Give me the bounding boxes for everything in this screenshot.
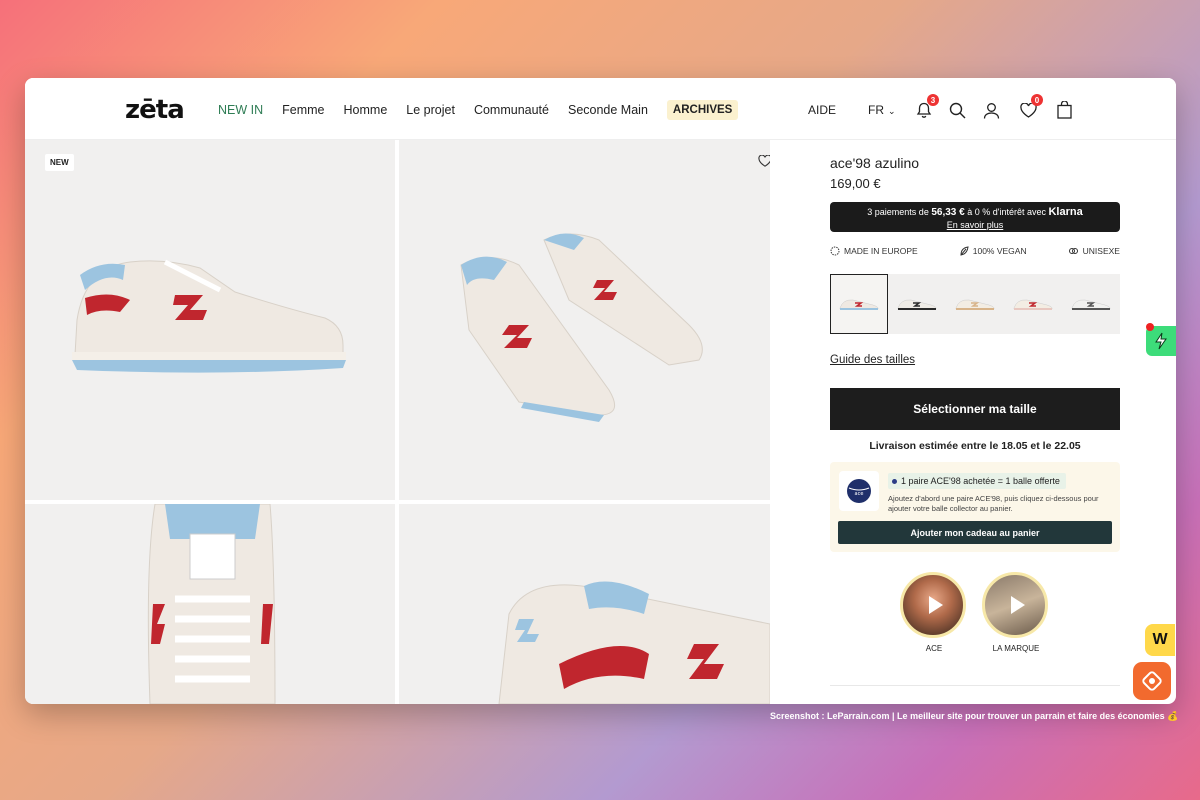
notification-dot (1146, 323, 1154, 331)
color-swatch-azulino[interactable] (830, 274, 888, 334)
language-label: FR (868, 103, 884, 117)
gift-description: Ajoutez d'abord une paire ACE'98, puis c… (888, 494, 1099, 513)
help-link[interactable]: AIDE (808, 103, 836, 117)
user-icon[interactable] (981, 100, 1001, 120)
chevron-down-icon: ⌄ (888, 106, 896, 116)
play-icon (1011, 596, 1025, 614)
product-price: 169,00 € (830, 176, 881, 191)
nav-le-projet[interactable]: Le projet (406, 103, 455, 117)
svg-text:ace: ace (855, 491, 864, 497)
bullet-icon (892, 478, 897, 484)
nav-archives[interactable]: ARCHIVES (666, 100, 739, 120)
wishlist-badge: 0 (1031, 94, 1043, 106)
video-story-ace[interactable]: ACE (900, 572, 968, 653)
video-caption: LA MARQUE (992, 644, 1040, 653)
color-swatch-tan[interactable] (946, 274, 1004, 334)
video-stories: ACE LA MARQUE (900, 572, 1060, 653)
lightning-icon (1155, 332, 1167, 350)
gift-headline-text: 1 paire ACE'98 achetée = 1 balle offerte (901, 476, 1060, 486)
zeta-logo[interactable]: zēta (125, 95, 185, 125)
product-image-pair[interactable] (399, 140, 770, 500)
w-extension-icon[interactable]: W (1145, 624, 1175, 656)
nav-new-in[interactable]: NEW IN (218, 103, 263, 117)
gift-offer-box: ace 1 paire ACE'98 achetée = 1 balle off… (830, 462, 1120, 552)
add-gift-button[interactable]: Ajouter mon cadeau au panier (838, 521, 1112, 544)
video-story-la-marque[interactable]: LA MARQUE (982, 572, 1050, 653)
bell-icon[interactable]: 3 (914, 94, 939, 120)
label-text: UNISEXE (1082, 246, 1120, 256)
product-gallery: NEW (25, 140, 770, 704)
bag-icon[interactable] (1054, 100, 1074, 120)
sneaker-side-illustration (72, 259, 346, 373)
product-labels: MADE IN EUROPE 100% VEGAN UNISEXE (830, 246, 1120, 256)
product-image-side[interactable]: NEW (25, 140, 395, 500)
extension-icon[interactable] (1133, 662, 1171, 700)
size-guide-link[interactable]: Guide des tailles (830, 354, 915, 366)
video-thumbnail (900, 572, 966, 638)
leaf-icon (960, 246, 969, 256)
product-image-top[interactable] (25, 504, 395, 704)
label-text: MADE IN EUROPE (844, 246, 918, 256)
site-header: zēta NEW IN Femme Homme Le projet Commun… (25, 78, 1176, 140)
sneaker-heel-illustration (498, 581, 770, 704)
divider (830, 685, 1120, 686)
color-swatch-black[interactable] (888, 274, 946, 334)
nav-homme[interactable]: Homme (344, 103, 388, 117)
select-size-button[interactable]: Sélectionner ma taille (830, 388, 1120, 430)
product-title: ace'98 azulino (830, 155, 920, 171)
label-text: 100% VEGAN (972, 246, 1027, 256)
browser-window: zēta NEW IN Femme Homme Le projet Commun… (25, 78, 1176, 704)
product-panel: ace'98 azulino 169,00 € 3 paiements de 5… (830, 140, 1121, 704)
label-made-in-europe: MADE IN EUROPE (830, 246, 918, 256)
play-icon (929, 596, 943, 614)
nav-seconde-main[interactable]: Seconde Main (568, 103, 648, 117)
label-unisex: UNISEXE (1068, 246, 1120, 256)
klarna-prefix: 3 paiements de (867, 207, 932, 217)
klarna-amount: 56,33 € (931, 207, 965, 218)
color-swatch-red[interactable] (1004, 274, 1062, 334)
video-thumbnail (982, 572, 1048, 638)
sneaker-top-illustration (147, 504, 276, 704)
nav-femme[interactable]: Femme (282, 103, 324, 117)
notification-badge: 3 (927, 94, 939, 106)
product-image-heel[interactable] (399, 504, 770, 704)
sneaker-pair-illustration (460, 233, 703, 422)
search-icon[interactable] (947, 100, 967, 120)
heart-icon[interactable]: 0 (1018, 94, 1043, 120)
color-selector (830, 274, 1120, 334)
video-caption: ACE (925, 644, 943, 653)
klarna-learn-more-link[interactable]: En savoir plus (830, 219, 1120, 231)
klarna-banner: 3 paiements de 56,33 € à 0 % d'intérêt a… (830, 202, 1120, 232)
screenshot-credit: Screenshot : LeParrain.com | Le meilleur… (770, 711, 1179, 721)
gift-headline: 1 paire ACE'98 achetée = 1 balle offerte (888, 473, 1066, 489)
nav-communaute[interactable]: Communauté (474, 103, 549, 117)
main-nav: NEW IN Femme Homme Le projet Communauté … (218, 100, 739, 120)
label-vegan: 100% VEGAN (959, 246, 1027, 256)
language-selector[interactable]: FR ⌄ (868, 103, 896, 117)
color-swatch-grey[interactable] (1062, 274, 1120, 334)
klarna-logo: Klarna (1048, 206, 1083, 218)
globe-icon (830, 246, 840, 256)
klarna-middle: à 0 % d'intérêt avec (964, 207, 1049, 217)
delivery-estimate: Livraison estimée entre le 18.05 et le 2… (869, 440, 1081, 452)
tennis-ball-image: ace (839, 471, 879, 511)
lightning-widget[interactable] (1146, 323, 1176, 356)
unisex-icon (1068, 248, 1078, 254)
